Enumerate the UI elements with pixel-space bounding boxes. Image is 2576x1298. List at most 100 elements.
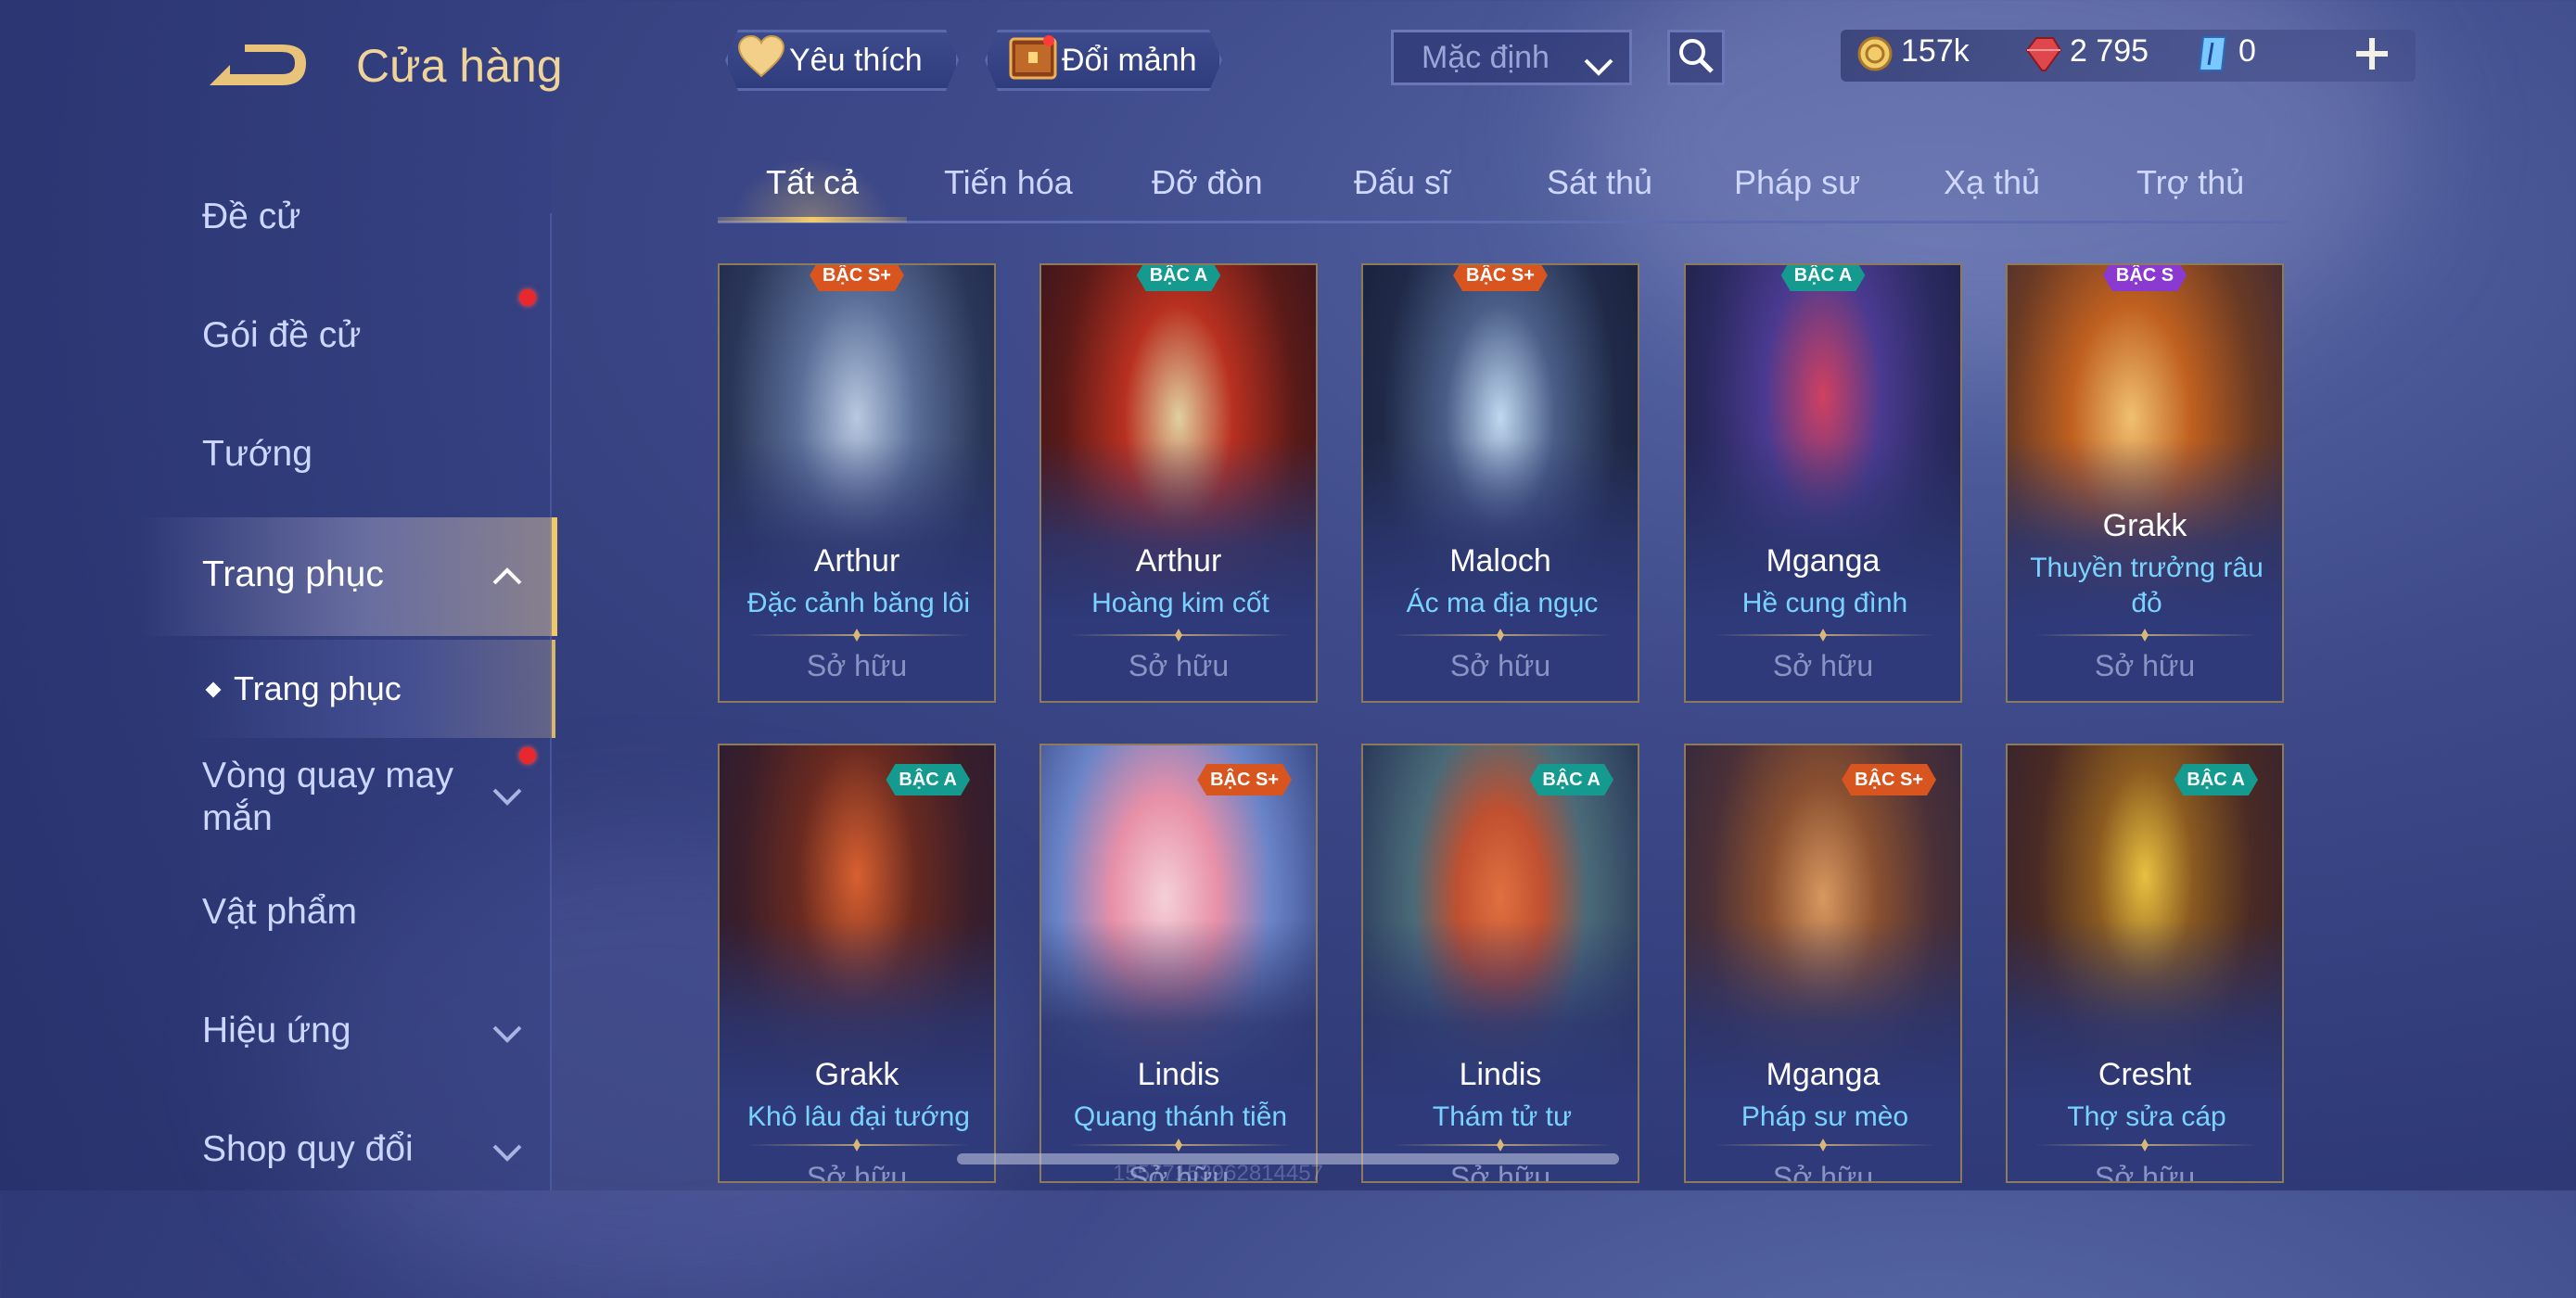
tab-assassin[interactable]: Sát thủ <box>1547 163 1652 202</box>
card-divider <box>1714 634 1936 636</box>
skin-card[interactable]: BẬC S+ Maloch Ác ma địa ngục Sở hữu <box>1361 263 1639 703</box>
owned-status: Sở hữu <box>806 649 908 682</box>
skin-name: Thợ sửa cáp <box>2067 1101 2226 1132</box>
tab-marksman[interactable]: Xạ thủ <box>1944 163 2040 202</box>
skin-card[interactable]: BẬC A Mganga Hề cung đình Sở hữu <box>1684 263 1962 703</box>
hero-name: Grakk <box>2102 508 2187 543</box>
chevron-down-icon[interactable] <box>491 1024 523 1044</box>
sidebar-item-skins[interactable]: Trang phục <box>202 554 384 595</box>
favorites-label: Yêu thích <box>789 42 923 78</box>
tab-tank[interactable]: Đỡ đòn <box>1152 163 1263 202</box>
skin-card[interactable]: BẬC S Grakk Thuyền trưởng râu đỏ Sở hữu <box>2006 263 2284 703</box>
rank-badge: BẬC S+ <box>1453 263 1548 291</box>
card-divider <box>1069 1144 1292 1146</box>
tab-fighter[interactable]: Đấu sĩ <box>1354 163 1450 202</box>
gems-amount: 2 795 <box>2070 33 2149 69</box>
chevron-down-icon <box>1583 49 1614 85</box>
sidebar-item-items[interactable]: Vật phẩm <box>202 892 357 933</box>
sidebar-item-recommended-packs[interactable]: Gói đề cử <box>202 315 361 356</box>
chevron-up-icon[interactable] <box>491 566 523 586</box>
page-title: Cửa hàng <box>356 40 563 92</box>
skin-card[interactable]: BẬC S+ Lindis Quang thánh tiễn Sở hữu <box>1039 744 1318 1183</box>
owned-status: Sở hữu <box>1772 649 1874 682</box>
sidebar-subitem-skins[interactable]: Trang phục <box>234 669 402 708</box>
notification-dot <box>519 289 536 306</box>
gold-coin-icon <box>1856 35 1894 77</box>
rank-badge: BẬC A <box>1781 263 1866 291</box>
hero-name: Cresht <box>2098 1057 2192 1092</box>
card-divider <box>747 1144 970 1146</box>
owned-status: Sở hữu <box>1128 649 1230 682</box>
rank-badge: BẬC S+ <box>810 263 904 291</box>
sidebar-item-lucky-spin[interactable]: Vòng quay may mắn <box>202 755 499 840</box>
voucher-crystal-icon <box>2194 33 2231 79</box>
owned-status: Sở hữu <box>2094 1161 2196 1183</box>
tab-active-underline <box>718 217 907 223</box>
sort-value: Mặc định <box>1422 39 1549 75</box>
tab-support[interactable]: Trợ thủ <box>2136 163 2244 202</box>
owned-status: Sở hữu <box>806 1161 908 1183</box>
search-button[interactable] <box>1667 30 1725 85</box>
skin-name: Thám tử tư <box>1432 1101 1573 1132</box>
owned-status: Sở hữu <box>1449 649 1551 682</box>
favorites-button[interactable]: Yêu thích <box>725 30 959 91</box>
skin-name: Khô lâu đại tướng <box>747 1101 970 1132</box>
player-id-watermark: 15577153962814457 <box>1113 1161 1323 1186</box>
skin-name: Pháp sư mèo <box>1741 1101 1909 1132</box>
hero-name: Lindis <box>1459 1057 1542 1092</box>
card-divider <box>1391 634 1613 636</box>
card-divider <box>1069 634 1292 636</box>
tokens-amount: 0 <box>2238 33 2256 69</box>
sort-dropdown[interactable]: Mặc định <box>1391 30 1632 85</box>
card-divider <box>1714 1144 1936 1146</box>
hero-name: Mganga <box>1766 543 1881 579</box>
sidebar-item-effects[interactable]: Hiệu ứng <box>202 1011 351 1051</box>
skin-name: Ác ma địa ngục <box>1406 588 1599 618</box>
hero-name: Grakk <box>814 1057 899 1092</box>
back-arrow-icon[interactable] <box>202 39 312 95</box>
chevron-down-icon[interactable] <box>491 1142 523 1163</box>
gold-amount: 157k <box>1901 33 1970 69</box>
plus-icon[interactable] <box>2353 35 2391 77</box>
sidebar-item-recommended[interactable]: Đề cử <box>202 197 300 237</box>
hero-name: Arthur <box>813 543 900 579</box>
exchange-fragments-label: Đổi mảnh <box>1062 42 1197 78</box>
skin-name: Đặc cảnh băng lôi <box>746 588 971 618</box>
heart-icon <box>737 35 789 86</box>
search-icon <box>1677 37 1715 79</box>
tab-all[interactable]: Tất cả <box>766 163 859 202</box>
sidebar-item-heroes[interactable]: Tướng <box>202 434 312 475</box>
skin-name: Hoàng kim cốt <box>1091 588 1269 618</box>
rank-badge: BẬC A <box>1529 764 1613 795</box>
tab-baseline <box>718 221 2290 223</box>
card-divider <box>2035 1144 2258 1146</box>
card-divider <box>747 634 970 636</box>
skin-name: Hề cung đình <box>1741 588 1908 618</box>
exchange-fragments-button[interactable]: Đổi mảnh <box>985 30 1222 91</box>
skin-name: Thuyền trưởng râu đỏ <box>2030 553 2264 618</box>
rank-badge: BẬC S+ <box>1842 764 1936 795</box>
chevron-down-icon[interactable] <box>491 786 523 807</box>
ruby-gem-icon <box>2025 35 2062 77</box>
hero-name: Mganga <box>1766 1057 1881 1092</box>
skin-card[interactable]: BẬC A Cresht Thợ sửa cáp Sở hữu <box>2006 744 2284 1183</box>
rank-badge: BẬC A <box>2174 764 2258 795</box>
skin-card[interactable]: BẬC A Lindis Thám tử tư Sở hữu <box>1361 744 1639 1183</box>
card-divider <box>2035 634 2258 636</box>
tab-evolution[interactable]: Tiến hóa <box>944 163 1073 202</box>
skin-card[interactable]: BẬC S+ Mganga Pháp sư mèo Sở hữu <box>1684 744 1962 1183</box>
skin-card[interactable]: BẬC A Grakk Khô lâu đại tướng Sở hữu <box>718 744 996 1183</box>
owned-status: Sở hữu <box>2094 649 2196 682</box>
skin-card[interactable]: BẬC A Arthur Hoàng kim cốt Sở hữu <box>1039 263 1318 703</box>
hero-name: Arthur <box>1135 543 1222 579</box>
skin-card[interactable]: BẬC S+ Arthur Đặc cảnh băng lôi Sở hữu <box>718 263 996 703</box>
sidebar-item-exchange-shop[interactable]: Shop quy đổi <box>202 1129 414 1170</box>
skin-name: Quang thánh tiễn <box>1073 1101 1288 1132</box>
rank-badge: BẬC A <box>1137 263 1221 291</box>
hero-name: Lindis <box>1137 1057 1220 1092</box>
rank-badge: BẬC S+ <box>1197 764 1292 795</box>
rank-badge: BẬC S <box>2103 263 2187 291</box>
hero-name: Maloch <box>1449 543 1551 579</box>
notification-dot <box>519 747 536 764</box>
tab-mage[interactable]: Pháp sư <box>1734 163 1860 202</box>
